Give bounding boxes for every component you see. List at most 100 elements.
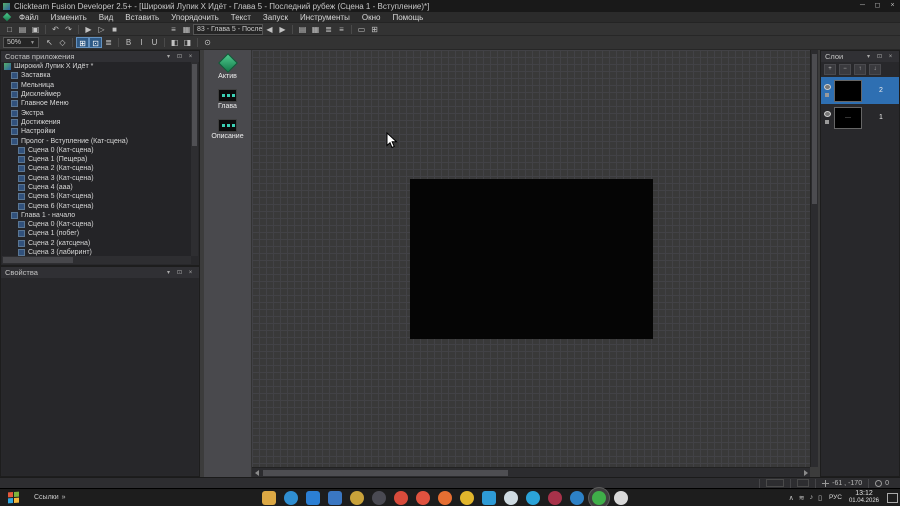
stop-button[interactable]: ■ xyxy=(108,24,121,35)
frame-editor-button[interactable]: ▦ xyxy=(309,24,322,35)
tree-item-prolog-scene-3[interactable]: Сцена 3 (Кат-сцена) xyxy=(2,174,191,183)
undo-button[interactable]: ↶ xyxy=(49,24,62,35)
taskbar-clock-icon[interactable] xyxy=(614,490,628,505)
workspace-menu-button[interactable]: ▾ xyxy=(164,52,173,62)
menu-tools[interactable]: Инструменты xyxy=(294,12,356,23)
properties-menu-button[interactable]: ▾ xyxy=(164,268,173,278)
workspace-vertical-scrollbar[interactable] xyxy=(191,62,198,256)
toolbar-separator-4[interactable] xyxy=(197,38,198,47)
taskbar-blue-circle-icon[interactable] xyxy=(570,490,584,505)
taskbar-vscode-icon[interactable] xyxy=(306,490,320,505)
zoom-selector[interactable]: 50% ▼ xyxy=(3,37,39,48)
close-button[interactable]: × xyxy=(885,0,900,12)
tree-item-ch1-scene-2[interactable]: Сцена 2 (катсцена) xyxy=(2,239,191,248)
canvas-horizontal-scrollbar[interactable] xyxy=(252,467,810,477)
scrollbar-thumb[interactable] xyxy=(192,64,197,146)
tree-item-prolog-scene-2[interactable]: Сцена 2 (Кат-сцена) xyxy=(2,164,191,173)
taskbar-d-app-icon[interactable] xyxy=(548,490,562,505)
underline-button[interactable]: U xyxy=(148,37,161,48)
action-center-icon[interactable] xyxy=(887,492,898,503)
scrollbar-thumb[interactable] xyxy=(263,469,508,476)
quick-launch-links[interactable]: Ссылки» xyxy=(34,494,66,501)
tree-item-ch1-scene-1[interactable]: Сцена 1 (побег) xyxy=(2,229,191,238)
layers-menu-button[interactable]: ▾ xyxy=(864,52,873,62)
object-description-counter[interactable]: Описание xyxy=(204,119,251,140)
taskbar-snowflake-icon[interactable] xyxy=(504,490,518,505)
layers-close-button[interactable]: × xyxy=(886,52,895,62)
menu-window[interactable]: Окно xyxy=(356,12,387,23)
frame-selector[interactable]: 83 - Глава 5 - После...▼ xyxy=(193,23,263,35)
tree-item-achievements[interactable]: Достижения xyxy=(2,118,191,127)
zoom-tool-button[interactable]: ⊙ xyxy=(201,37,214,48)
properties-close-button[interactable]: × xyxy=(186,268,195,278)
italic-button[interactable]: I xyxy=(135,37,148,48)
tree-item-prolog-scene-5[interactable]: Сцена 5 (Кат-сцена) xyxy=(2,192,191,201)
menu-arrange[interactable]: Упорядочить xyxy=(165,12,225,23)
align-left-button[interactable]: ◧ xyxy=(168,37,181,48)
layers-float-button[interactable]: ⊡ xyxy=(875,52,884,62)
eye-icon[interactable] xyxy=(823,111,831,117)
tree-item-prolog-scene-6[interactable]: Сцена 6 (Кат-сцена) xyxy=(2,201,191,210)
taskbar-chrome-icon[interactable] xyxy=(416,490,430,505)
menu-help[interactable]: Помощь xyxy=(386,12,429,23)
tree-item-main-menu[interactable]: Главное Меню xyxy=(2,99,191,108)
event-editor-button[interactable]: ≣ xyxy=(322,24,335,35)
tree-item-melnitsa[interactable]: Мельница xyxy=(2,81,191,90)
taskbar-red-browser-icon[interactable] xyxy=(394,490,408,505)
layer-row-2[interactable]: 2 xyxy=(821,77,899,104)
goto-frame-button[interactable]: ▦ xyxy=(180,24,193,35)
bold-button[interactable]: B xyxy=(122,37,135,48)
maximize-button[interactable]: ◻ xyxy=(870,0,885,12)
run-application-button[interactable]: ▶ xyxy=(82,24,95,35)
grid-setup-button[interactable]: ≣ xyxy=(102,37,115,48)
next-frame-button[interactable]: ▶ xyxy=(276,24,289,35)
taskbar-telegram-icon[interactable] xyxy=(526,490,540,505)
canvas-vertical-scrollbar[interactable] xyxy=(810,50,818,467)
taskbar-moon-app-icon[interactable] xyxy=(372,490,386,505)
language-indicator[interactable]: РУС xyxy=(829,494,842,501)
scroll-right-icon[interactable] xyxy=(801,469,810,477)
layer-row-1[interactable]: ··· 1 xyxy=(821,104,899,131)
tray-expand-icon[interactable]: ∧ xyxy=(789,494,794,502)
tray-battery-icon[interactable]: ▯ xyxy=(818,494,822,502)
previous-frame-button[interactable]: ◀ xyxy=(263,24,276,35)
tree-item-chapter-1[interactable]: Глава 1 - начало xyxy=(2,211,191,220)
delete-layer-button[interactable]: − xyxy=(839,64,851,75)
tray-network-icon[interactable]: ≋ xyxy=(799,494,805,502)
layer-down-button[interactable]: ↓ xyxy=(869,64,881,75)
redo-button[interactable]: ↷ xyxy=(62,24,75,35)
event-list-editor-button[interactable]: ≡ xyxy=(335,24,348,35)
frame-list-button[interactable]: ≡ xyxy=(167,24,180,35)
tree-item-prolog-scene-1[interactable]: Сцена 1 (Пещера) xyxy=(2,155,191,164)
taskbar-clock[interactable]: 13:12 01.04.2026 xyxy=(849,490,879,505)
menu-view[interactable]: Вид xyxy=(93,12,119,23)
align-right-button[interactable]: ◨ xyxy=(181,37,194,48)
frame-area[interactable] xyxy=(410,179,653,339)
open-button[interactable]: ▤ xyxy=(16,24,29,35)
toolbar-separator-1[interactable] xyxy=(72,38,73,47)
taskbar-folder-icon[interactable] xyxy=(262,490,276,505)
tree-item-disclaimer[interactable]: Дисклеймер xyxy=(2,90,191,99)
workspace-float-button[interactable]: ⊡ xyxy=(175,52,184,62)
show-grid-button[interactable]: ⊞ xyxy=(76,37,89,48)
minimize-button[interactable]: ─ xyxy=(855,0,870,12)
save-button[interactable]: ▣ xyxy=(29,24,42,35)
object-chapter-counter[interactable]: Глава xyxy=(204,89,251,110)
tree-item-settings[interactable]: Настройки xyxy=(2,127,191,136)
data-elements-button[interactable]: ⊞ xyxy=(368,24,381,35)
toolbar-separator-3[interactable] xyxy=(164,38,165,47)
menu-edit[interactable]: Изменить xyxy=(45,12,93,23)
menu-insert[interactable]: Вставить xyxy=(119,12,165,23)
picture-editor-button[interactable]: ▭ xyxy=(355,24,368,35)
snap-to-grid-button[interactable]: ⊡ xyxy=(89,37,102,48)
taskbar-paint-icon[interactable] xyxy=(328,490,342,505)
taskbar-firefox-icon[interactable] xyxy=(438,490,452,505)
workspace-horizontal-scrollbar[interactable] xyxy=(2,256,191,264)
tree-item-prolog-scene-0[interactable]: Сцена 0 (Кат-сцена) xyxy=(2,146,191,155)
properties-float-button[interactable]: ⊡ xyxy=(175,268,184,278)
workspace-close-button[interactable]: × xyxy=(186,52,195,62)
lock-icon[interactable] xyxy=(825,93,829,97)
tree-item-app-root[interactable]: Широкий Лупик Х Идёт * xyxy=(2,62,191,71)
scroll-left-icon[interactable] xyxy=(252,469,261,477)
taskbar-edge-icon[interactable] xyxy=(284,490,298,505)
